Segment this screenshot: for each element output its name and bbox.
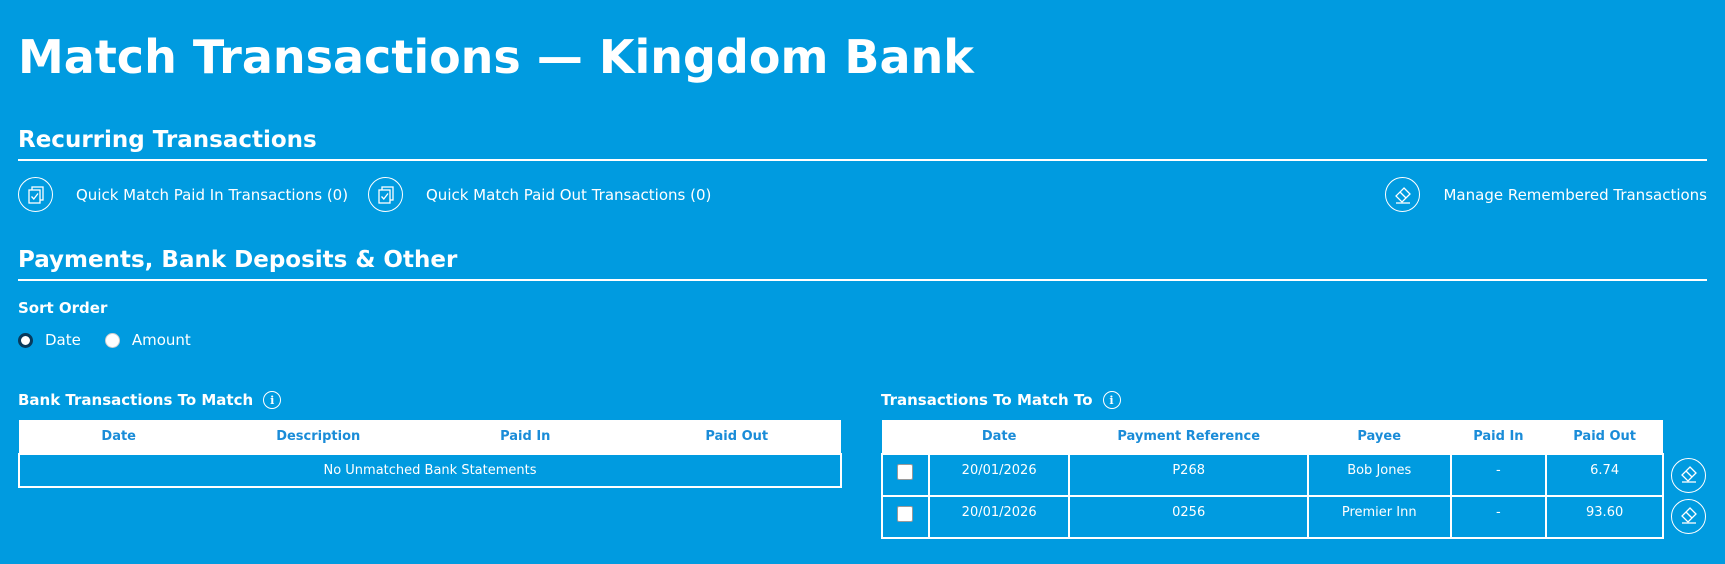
sort-order-options: Date Amount: [18, 331, 215, 349]
column-header-paid-in[interactable]: Paid In: [1450, 420, 1547, 454]
column-header-paid-out[interactable]: Paid Out: [632, 420, 841, 454]
table-header-row: Date Description Paid In Paid Out: [19, 420, 841, 454]
eraser-icon: [1385, 177, 1421, 212]
table-row: 20/01/2026 P268 Bob Jones - 6.74: [881, 453, 1664, 497]
table-header-row: Date Payment Reference Payee Paid In Pai…: [882, 420, 1663, 454]
column-header-date[interactable]: Date: [928, 420, 1070, 454]
bank-transactions-table: Date Description Paid In Paid Out No Unm…: [18, 420, 842, 488]
edit-transaction-button[interactable]: [1671, 499, 1706, 534]
cell-date: 20/01/2026: [927, 495, 1071, 539]
column-header-select: [882, 420, 929, 454]
row-select-cell: [881, 495, 930, 539]
payments-deposits-heading: Payments, Bank Deposits & Other: [18, 247, 1707, 281]
sort-by-amount-option[interactable]: Amount: [104, 331, 191, 349]
checklist-icon: [18, 177, 53, 212]
manage-remembered-label: Manage Remembered Transactions: [1443, 185, 1707, 204]
cell-paid-in: -: [1449, 495, 1548, 539]
column-header-payment-reference[interactable]: Payment Reference: [1069, 420, 1308, 454]
cell-payment-reference: P268: [1068, 453, 1309, 497]
quick-match-paid-in-button[interactable]: Quick Match Paid In Transactions (0): [18, 177, 348, 212]
table-row: 20/01/2026 0256 Premier Inn - 93.60: [881, 495, 1664, 539]
eraser-icon: [1679, 505, 1699, 529]
cell-payee: Premier Inn: [1306, 495, 1452, 539]
sort-date-label: Date: [45, 331, 81, 349]
quick-match-paid-out-label: Quick Match Paid Out Transactions (0): [426, 185, 712, 204]
column-header-paid-out[interactable]: Paid Out: [1546, 420, 1663, 454]
recurring-transactions-heading: Recurring Transactions: [18, 127, 1707, 161]
column-header-payee[interactable]: Payee: [1307, 420, 1451, 454]
column-header-date[interactable]: Date: [19, 420, 219, 454]
row-select-checkbox[interactable]: [897, 464, 914, 480]
info-icon[interactable]: i: [263, 391, 282, 409]
bank-transactions-title-text: Bank Transactions To Match: [18, 391, 254, 409]
sort-by-date-option[interactable]: Date: [18, 331, 81, 349]
cell-payee: Bob Jones: [1306, 453, 1452, 497]
manage-remembered-transactions-button[interactable]: Manage Remembered Transactions: [1385, 177, 1707, 212]
table-row: No Unmatched Bank Statements: [18, 453, 842, 488]
quick-match-paid-in-label: Quick Match Paid In Transactions (0): [76, 185, 349, 204]
checklist-icon: [368, 177, 403, 212]
eraser-icon: [1679, 464, 1699, 488]
cell-paid-in: -: [1449, 453, 1548, 497]
quick-match-paid-out-button[interactable]: Quick Match Paid Out Transactions (0): [368, 177, 711, 212]
row-select-checkbox[interactable]: [897, 506, 914, 522]
sort-amount-radio[interactable]: [104, 332, 120, 348]
bank-transactions-title: Bank Transactions To Match i: [18, 391, 282, 409]
match-transactions-page: Match Transactions — Kingdom Bank Recurr…: [0, 0, 1725, 564]
sort-date-radio[interactable]: [18, 332, 33, 348]
match-to-transactions-table: Date Payment Reference Payee Paid In Pai…: [881, 420, 1664, 539]
info-icon[interactable]: i: [1102, 391, 1121, 409]
row-select-cell: [881, 453, 930, 497]
edit-transaction-button[interactable]: [1671, 458, 1706, 493]
cell-date: 20/01/2026: [927, 453, 1071, 497]
cell-payment-reference: 0256: [1068, 495, 1309, 539]
empty-table-message: No Unmatched Bank Statements: [18, 453, 842, 488]
sort-order-label: Sort Order: [18, 299, 108, 317]
column-header-paid-in[interactable]: Paid In: [418, 420, 633, 454]
column-header-description[interactable]: Description: [218, 420, 419, 454]
cell-paid-out: 6.74: [1545, 453, 1664, 497]
sort-amount-label: Amount: [131, 331, 191, 349]
page-title: Match Transactions — Kingdom Bank: [18, 30, 974, 84]
cell-paid-out: 93.60: [1545, 495, 1664, 539]
match-to-transactions-title: Transactions To Match To i: [881, 391, 1121, 409]
match-to-transactions-title-text: Transactions To Match To: [881, 391, 1093, 409]
